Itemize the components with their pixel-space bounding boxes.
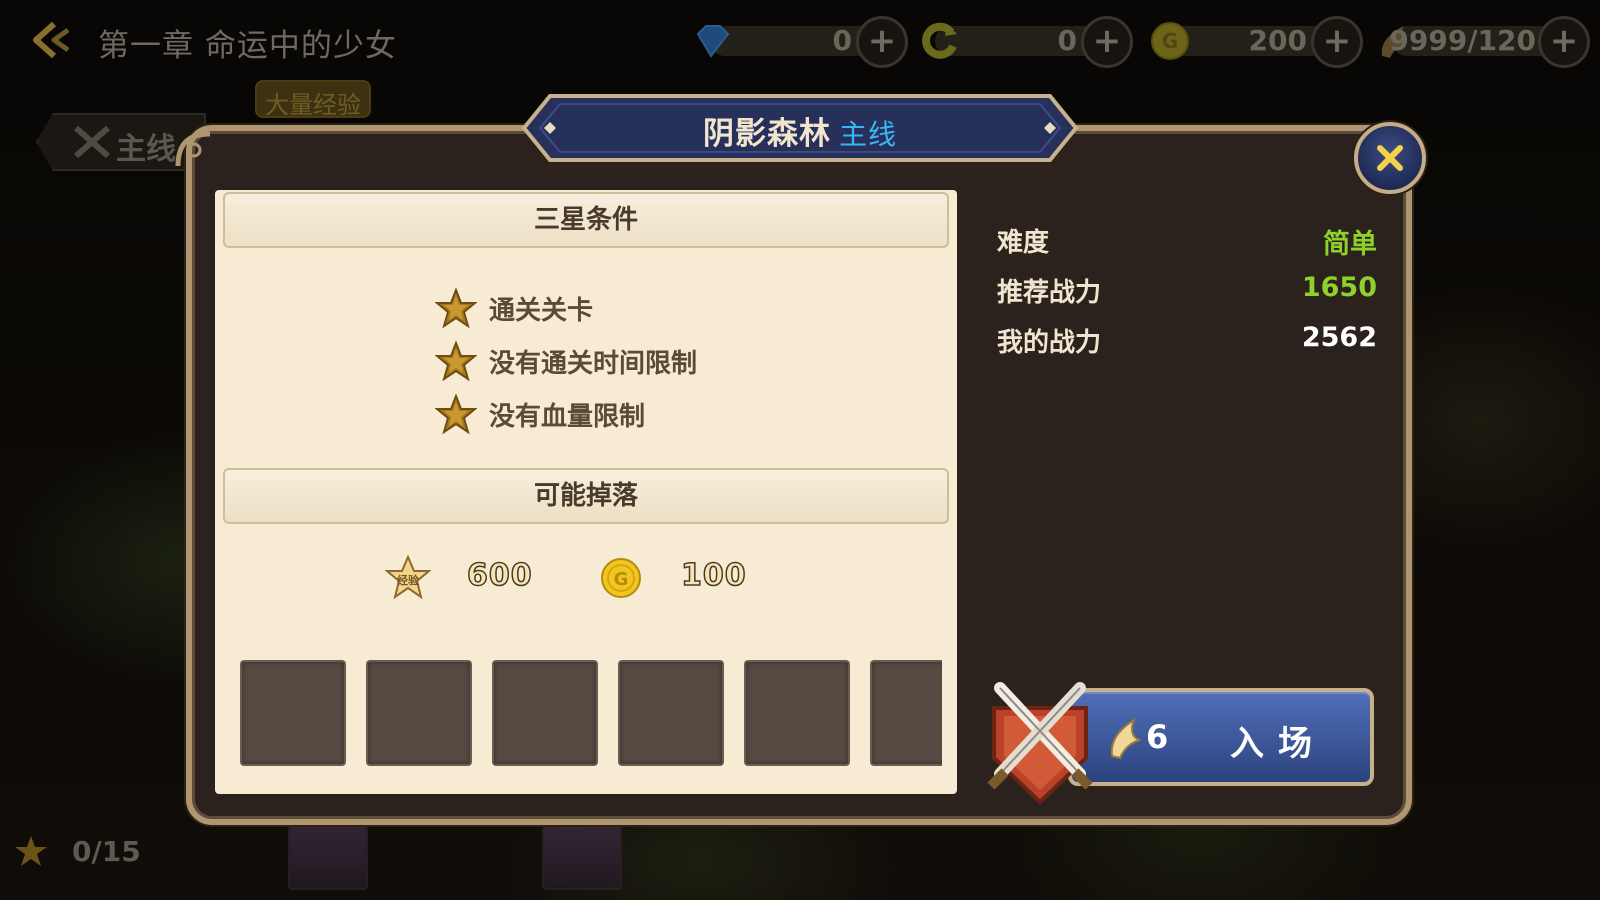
gold-coin-icon: G [601,558,641,598]
enter-button-label: 入场 [1230,724,1326,764]
item-slot[interactable] [870,660,942,766]
gold-coin-icon: G [1151,22,1189,60]
star-icon [15,836,47,866]
star-icon [435,288,477,329]
recommended-power-value: 1650 [1301,272,1377,303]
exp-icon-label: 经验 [397,573,420,587]
my-power-label: 我的战力 [997,328,1102,358]
add-refresh-button[interactable]: + [1081,16,1133,68]
drop-exp-value: 600 [466,557,533,594]
stage-type: 主线 [838,118,897,151]
drop-item-slots [240,660,942,770]
my-power-value: 2562 [1301,322,1377,353]
add-diamond-button[interactable]: + [856,16,908,68]
back-button[interactable] [24,18,80,62]
item-slot[interactable] [744,660,850,766]
chapter-title: 第一章 命运中的少女 [98,28,397,64]
difficulty-row: 难度 简单 [997,222,1377,266]
item-slot[interactable] [366,660,472,766]
refresh-currency-icon [922,22,957,59]
stage-detail-panel: 三星条件 通关关卡 没有通关时间限制 没有血量限制 可能掉落 经验 600 G … [215,190,957,794]
condition-text: 没有血量限制 [489,402,646,432]
drop-gold-value: 100 [680,557,747,594]
close-icon [1377,145,1403,171]
recommended-power-row: 推荐战力 1650 [997,272,1377,316]
my-power-row: 我的战力 2562 [997,322,1377,366]
recommended-power-label: 推荐战力 [997,278,1102,308]
item-slot[interactable] [492,660,598,766]
enter-cost: 6 [1146,718,1169,756]
top-bar: 第一章 命运中的少女 0 + 0 + G 200 + 9999/120 + [0,0,1600,80]
add-gold-button[interactable]: + [1311,16,1363,68]
stage-title: 阴影森林 主线 [520,108,1080,153]
reward-chest[interactable] [542,820,622,890]
svg-text:G: G [614,569,629,590]
gold-count: 200 [1248,24,1307,57]
ornament-corner-icon [175,131,211,167]
item-slot[interactable] [618,660,724,766]
item-slot[interactable] [240,660,346,766]
back-arrow-icon [33,21,70,59]
close-button[interactable] [1354,122,1426,194]
mainline-tab-label: 主线 [116,132,176,167]
exp-badge: 大量经验 [255,80,371,119]
diamond-icon [696,25,730,58]
resource-gold: G 200 + [1145,16,1365,68]
difficulty-value: 简单 [1323,229,1377,260]
difficulty-label: 难度 [997,228,1050,258]
svg-text:G: G [1162,29,1178,53]
resource-refresh: 0 + [915,16,1135,68]
condition-text: 没有通关时间限制 [489,349,698,379]
stamina-wing-icon [1110,717,1141,760]
condition-text: 通关关卡 [489,296,594,326]
diamond-count: 0 [832,24,852,57]
star-icon [435,394,477,435]
stamina-count: 9999/120 [1389,24,1536,57]
crossed-swords-icon [74,125,110,159]
exp-star-icon: 经验 [385,555,431,600]
stage-name: 阴影森林 [702,116,831,152]
three-star-header: 三星条件 [223,192,949,248]
reward-chest[interactable] [288,820,368,890]
resource-diamond: 0 + [690,16,910,68]
resource-stamina: 9999/120 + [1372,16,1594,68]
drops-header: 可能掉落 [223,468,949,524]
exp-badge-label: 大量经验 [265,91,361,119]
star-progress: 0/15 [72,835,141,868]
add-stamina-button[interactable]: + [1538,16,1590,68]
star-icon [435,341,477,382]
refresh-count: 0 [1057,24,1077,57]
battle-shield-icon [987,682,1093,805]
